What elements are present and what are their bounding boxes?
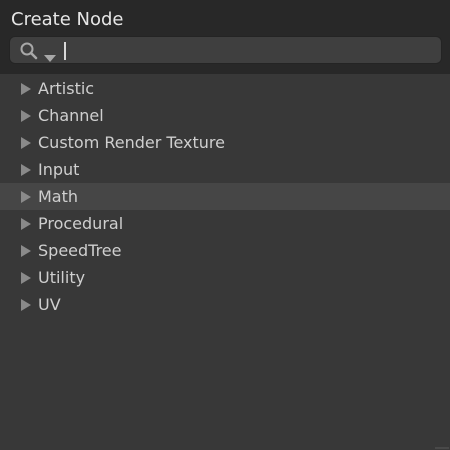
category-item[interactable]: Channel	[0, 102, 450, 129]
search-input[interactable]	[68, 37, 432, 65]
category-item[interactable]: Procedural	[0, 210, 450, 237]
expand-arrow-icon[interactable]	[20, 216, 32, 230]
expand-arrow-icon[interactable]	[20, 243, 32, 257]
category-item[interactable]: SpeedTree	[0, 237, 450, 264]
category-item[interactable]: Input	[0, 156, 450, 183]
expand-arrow-icon[interactable]	[20, 270, 32, 284]
category-label: Input	[38, 160, 80, 179]
search-field[interactable]	[9, 36, 442, 65]
category-label: Math	[38, 187, 79, 206]
header: Create Node	[0, 0, 450, 74]
category-label: Procedural	[38, 214, 124, 233]
category-label: SpeedTree	[38, 241, 122, 260]
category-label: Utility	[38, 268, 86, 287]
expand-arrow-icon[interactable]	[20, 297, 32, 311]
category-label: Custom Render Texture	[38, 133, 225, 152]
search-icon[interactable]	[19, 41, 39, 61]
category-list: Artistic Channel Custom Render Texture Inpu…	[0, 75, 450, 318]
chevron-down-icon[interactable]	[44, 48, 56, 62]
category-label: Channel	[38, 106, 104, 125]
category-item[interactable]: Custom Render Texture	[0, 129, 450, 156]
category-item[interactable]: Math	[0, 183, 450, 210]
window-title: Create Node	[11, 9, 124, 30]
category-label: Artistic	[38, 79, 95, 98]
expand-arrow-icon[interactable]	[20, 189, 32, 203]
expand-arrow-icon[interactable]	[20, 135, 32, 149]
category-label: UV	[38, 295, 61, 314]
text-caret	[64, 42, 66, 60]
category-item[interactable]: Utility	[0, 264, 450, 291]
category-item[interactable]: UV	[0, 291, 450, 318]
expand-arrow-icon[interactable]	[20, 108, 32, 122]
category-item[interactable]: Artistic	[0, 75, 450, 102]
create-node-window: Create Node Artistic Channel Custom Render…	[0, 0, 450, 450]
expand-arrow-icon[interactable]	[20, 162, 32, 176]
expand-arrow-icon[interactable]	[20, 81, 32, 95]
resize-grip-icon[interactable]	[435, 439, 449, 449]
